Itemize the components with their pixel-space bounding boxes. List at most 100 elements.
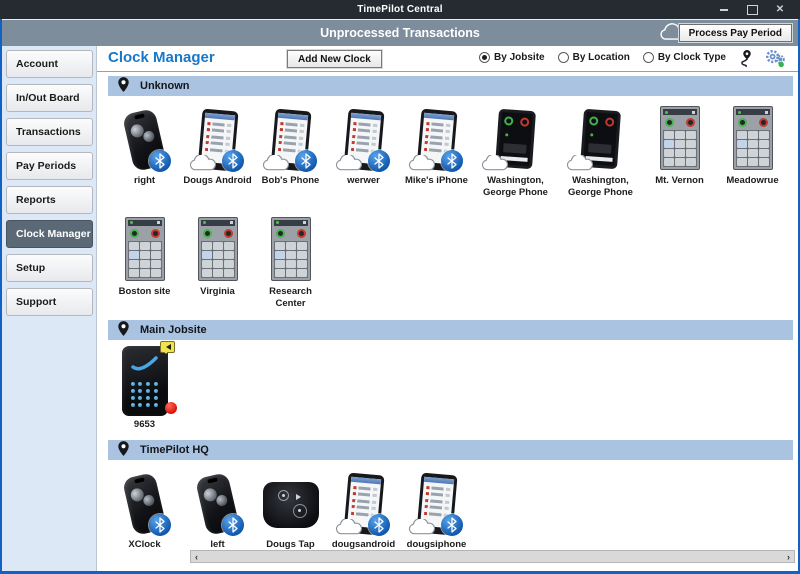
fob-device [108,466,181,536]
alert-dot-icon [165,402,177,414]
clock-card[interactable]: Washington, George Phone [558,102,643,199]
section-header-unknown: Unknown [108,76,793,96]
sidebar-item-pay-periods[interactable]: Pay Periods [6,152,93,180]
sidebar-item-setup[interactable]: Setup [6,254,93,282]
bluetooth-badge-icon [441,514,463,536]
cloud-badge-icon [406,519,437,536]
radio-by-jobsite[interactable]: By Jobsite [479,52,545,63]
clock-card[interactable]: Bob's Phone [254,102,327,187]
clock-label: Bob's Phone [262,175,320,187]
clock-label: Washington, George Phone [558,175,643,199]
sidebar: Account In/Out Board Transactions Pay Pe… [2,46,97,571]
pen-icon[interactable] [739,48,755,73]
clock-card[interactable]: Mt. Vernon [643,102,716,187]
clock-row: XClockleftDougs Tapdougsandroiddougsipho… [97,460,798,559]
clock-label: Virginia [200,286,235,298]
keypad-device [254,213,327,283]
close-button[interactable]: ✕ [766,0,794,19]
phone-dark-device [473,102,558,172]
clock-label: Research Center [254,286,327,310]
radio-by-clock-type[interactable]: By Clock Type [643,52,726,63]
clock-card[interactable]: Virginia [181,213,254,298]
cloud-badge-icon [406,155,437,172]
clock-card[interactable]: Research Center [254,213,327,310]
phone-list-device [400,466,473,536]
clock-card[interactable]: Meadowrue [716,102,789,187]
clock-card[interactable]: Dougs Android [181,102,254,187]
clock-label: werwer [347,175,380,187]
radio-dot [643,52,654,63]
sidebar-item-label: Account [16,58,58,70]
add-new-clock-button[interactable]: Add New Clock [287,50,382,68]
fob-device [108,102,181,172]
window-controls: ✕ [710,0,794,19]
section-title: Unknown [140,80,190,92]
clock-card[interactable]: Mike's iPhone [400,102,473,187]
phone-dark-device [558,102,643,172]
phone-list-device [400,102,473,172]
clock-card[interactable]: dougsandroid [327,466,400,551]
sidebar-item-label: Clock Manager [16,228,91,240]
radio-label: By Jobsite [494,52,545,63]
clock-row: 9653 [97,340,798,439]
sections-area: Unknown right Dougs Android Bob's Phone wer… [97,72,798,571]
clock-card[interactable]: dougsiphone [400,466,473,551]
fob-device [181,466,254,536]
keypad-device [643,102,716,172]
settings-gears-icon[interactable] [764,49,786,73]
bluetooth-badge-icon [368,150,390,172]
window-body: Unprocessed Transactions Process Pay Per… [2,19,798,571]
clock-card[interactable]: Boston site [108,213,181,298]
app-window: TimePilot Central ✕ Unprocessed Transact… [0,0,800,574]
bluetooth-badge-icon [295,150,317,172]
radio-dot [558,52,569,63]
clock-card[interactable]: Washington, George Phone [473,102,558,199]
comment-badge-icon [160,341,175,353]
keypad-clock-icon [271,217,311,281]
keypad-clock-icon [733,106,773,170]
phone-list-device [327,466,400,536]
clock-label: Boston site [119,286,171,298]
section-clocks-main-jobsite: 9653 [97,340,798,439]
sidebar-item-clock-manager[interactable]: Clock Manager [6,220,93,248]
app-header-title: Unprocessed Transactions [320,26,480,40]
clock-card[interactable]: Dougs Tap [254,466,327,551]
scroll-right-arrow[interactable]: › [787,552,790,562]
page-title: Clock Manager [108,49,215,66]
sidebar-item-account[interactable]: Account [6,50,93,78]
view-mode-radio-group: By Jobsite By Location By Clock Type [479,52,726,63]
horizontal-scrollbar[interactable]: ‹ › [190,550,795,563]
phone-list-device [327,102,400,172]
clock-label: Meadowrue [726,175,778,187]
sidebar-item-in-out-board[interactable]: In/Out Board [6,84,93,112]
process-pay-period-button[interactable]: Process Pay Period [679,24,792,42]
location-pin-icon [117,320,130,340]
radio-by-location[interactable]: By Location [558,52,630,63]
clock-card[interactable]: 9653 [108,346,181,431]
section-header-timepilot-hq: TimePilot HQ [108,440,793,460]
clock-label: Dougs Android [183,175,251,187]
sidebar-item-label: Support [16,296,56,308]
maximize-button[interactable] [738,0,766,19]
clock-label: Mike's iPhone [405,175,468,187]
scroll-left-arrow[interactable]: ‹ [195,552,198,562]
keypad-device [716,102,789,172]
radio-label: By Location [573,52,630,63]
phone-list-device [181,102,254,172]
minimize-button[interactable] [710,0,738,19]
sidebar-item-transactions[interactable]: Transactions [6,118,93,146]
clock-label: right [134,175,155,187]
clock-card[interactable]: right [108,102,181,187]
sidebar-item-label: Reports [16,194,56,206]
sidebar-item-reports[interactable]: Reports [6,186,93,214]
clock-card[interactable]: left [181,466,254,551]
tap-device [254,466,327,536]
section-clocks-timepilot-hq: XClockleftDougs Tapdougsandroiddougsipho… [97,460,798,559]
sidebar-item-support[interactable]: Support [6,288,93,316]
app-header: Unprocessed Transactions Process Pay Per… [2,20,798,46]
clock-card[interactable]: werwer [327,102,400,187]
bluetooth-badge-icon [441,150,463,172]
cloud-badge-icon [187,155,218,172]
cloud-badge-icon [564,155,595,172]
clock-card[interactable]: XClock [108,466,181,551]
